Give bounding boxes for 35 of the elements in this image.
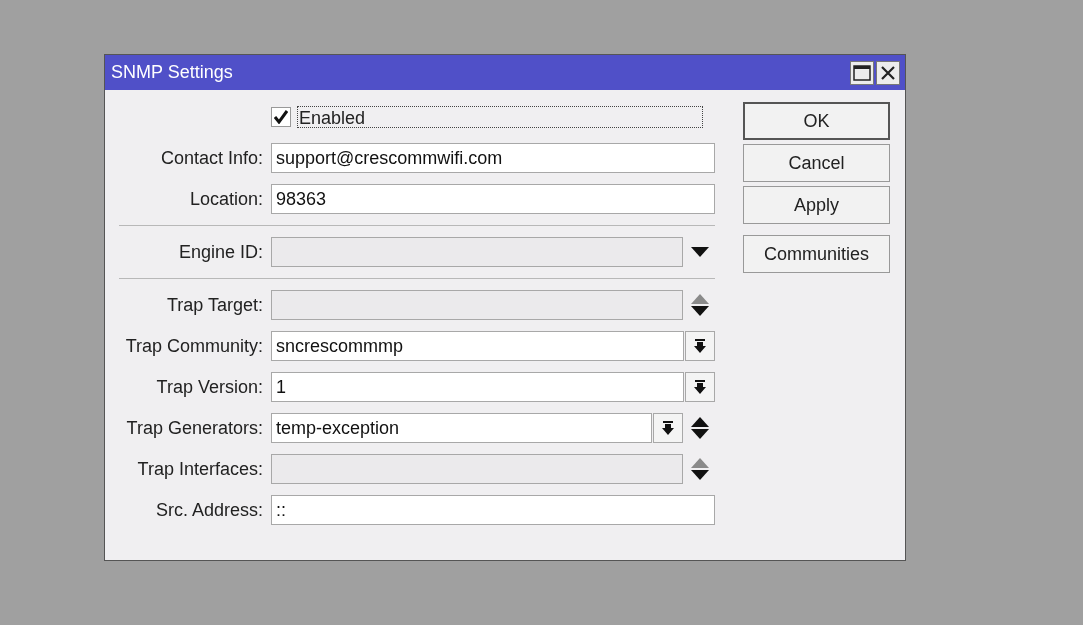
text-field[interactable]: :: [271, 495, 715, 525]
window-title: SNMP Settings [111, 62, 234, 83]
dialog-button[interactable]: Communities [743, 235, 890, 273]
dropdown-button[interactable] [685, 372, 715, 402]
text-field[interactable]: support@crescommwifi.com [271, 143, 715, 173]
field-label: Contact Info: [159, 147, 263, 169]
field-label: Src. Address: [154, 499, 263, 521]
field-label: Location: [188, 188, 263, 210]
maximize-icon [853, 64, 871, 81]
maximize-button[interactable] [850, 60, 874, 85]
up-triangle-icon[interactable] [691, 417, 709, 427]
text-field[interactable]: sncrescommmp [271, 331, 684, 361]
field-label: Trap Version: [155, 376, 263, 398]
close-button[interactable] [876, 60, 900, 85]
dropdown-arrow-icon [661, 421, 675, 435]
text-field[interactable]: temp-exception [271, 413, 652, 443]
text-field[interactable]: 1 [271, 372, 684, 402]
dropdown-arrow-icon [693, 380, 707, 394]
field-label: Engine ID: [177, 241, 263, 263]
text-field[interactable]: 98363 [271, 184, 715, 214]
dropdown-button[interactable] [685, 331, 715, 361]
close-icon [881, 65, 895, 80]
down-triangle-icon[interactable] [691, 429, 709, 439]
field-label: Trap Target: [165, 294, 263, 316]
dropdown-button[interactable] [653, 413, 683, 443]
field-label: Trap Interfaces: [136, 458, 263, 480]
dialog-button[interactable]: Apply [743, 186, 890, 224]
dialog-button[interactable]: OK [743, 102, 890, 140]
checkbox-label[interactable]: Enabled [297, 106, 703, 128]
enabled-checkbox[interactable] [271, 107, 291, 127]
field-label: Trap Community: [124, 335, 263, 357]
dialog-button[interactable]: Cancel [743, 144, 890, 182]
checkmark-icon [274, 110, 288, 124]
dropdown-arrow-icon [693, 339, 707, 353]
field-label: Trap Generators: [125, 417, 263, 439]
